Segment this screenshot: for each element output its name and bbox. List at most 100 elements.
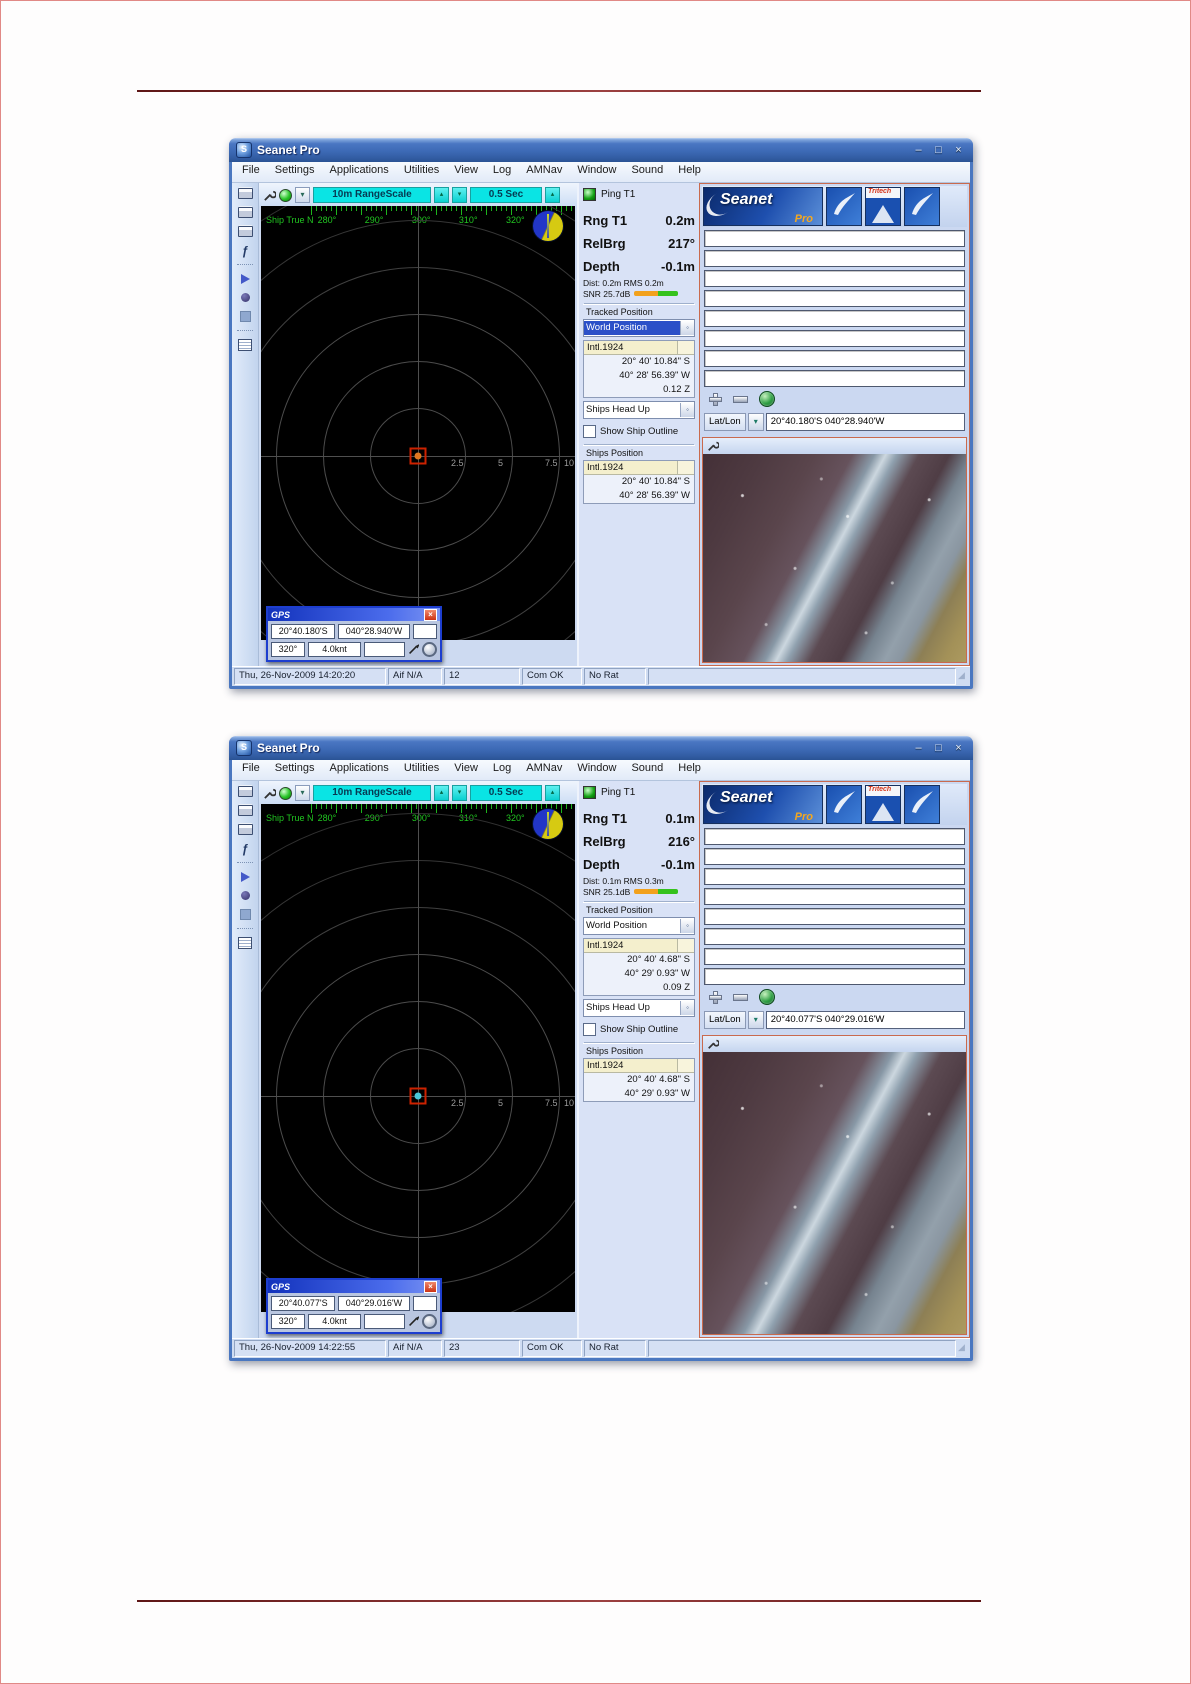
minimize-button[interactable]: – xyxy=(911,144,926,157)
menu-utilities[interactable]: Utilities xyxy=(404,762,439,780)
gps-lens-icon[interactable] xyxy=(422,1314,438,1329)
gps-speed-field[interactable]: 4.0knt xyxy=(307,1314,362,1329)
play-icon[interactable] xyxy=(236,870,254,883)
window-titlebar[interactable]: S Seanet Pro – □ × xyxy=(229,138,973,162)
menu-view[interactable]: View xyxy=(454,164,478,182)
text-row-input[interactable] xyxy=(704,250,965,267)
record-icon[interactable] xyxy=(236,291,254,304)
text-row-input[interactable] xyxy=(704,848,965,865)
sonar-display[interactable]: Ship True N 280° 290° 300° 310° 320° 2.5… xyxy=(261,804,575,1312)
menu-sound[interactable]: Sound xyxy=(631,164,663,182)
function-icon[interactable]: ƒ xyxy=(236,244,254,257)
gps-latitude-field[interactable]: 20°40.180'S xyxy=(271,624,336,639)
record-icon[interactable] xyxy=(236,889,254,902)
video-settings-wrench-icon[interactable] xyxy=(707,440,719,452)
text-row-input[interactable] xyxy=(704,868,965,885)
menu-amnav[interactable]: AMNav xyxy=(526,762,562,780)
rep-rate-up-button[interactable]: ▴ xyxy=(545,187,560,203)
gps-speed-field[interactable]: 4.0knt xyxy=(307,642,362,657)
world-position-spin-button[interactable]: ◦ xyxy=(680,321,694,335)
latlon-dropdown-button[interactable]: ▾ xyxy=(747,413,764,431)
gps-lens-icon[interactable] xyxy=(422,642,438,657)
resize-grip[interactable]: ◢ xyxy=(958,668,968,685)
remove-icon[interactable] xyxy=(733,993,748,1001)
sonar-dropdown-button[interactable]: ▾ xyxy=(295,187,310,203)
gps-titlebar[interactable]: GPS × xyxy=(268,608,440,621)
gps-heading-field[interactable]: 320° xyxy=(271,642,305,657)
gps-close-button[interactable]: × xyxy=(424,1280,437,1293)
orientation-select[interactable]: Ships Head Up ◦ xyxy=(583,999,695,1017)
menu-view[interactable]: View xyxy=(454,762,478,780)
text-row-input[interactable] xyxy=(704,908,965,925)
wrench-icon[interactable] xyxy=(263,787,276,800)
latlon-value-input[interactable]: 20°40.077'S 040°29.016'W xyxy=(765,1011,965,1029)
menu-utilities[interactable]: Utilities xyxy=(404,164,439,182)
maximize-button[interactable]: □ xyxy=(931,144,946,157)
show-ship-outline-checkbox[interactable] xyxy=(583,425,596,438)
print-preview-icon[interactable] xyxy=(236,823,254,836)
show-ship-outline-checkbox[interactable] xyxy=(583,1023,596,1036)
gps-latitude-field[interactable]: 20°40.077'S xyxy=(271,1296,336,1311)
range-up-button[interactable]: ▴ xyxy=(434,187,449,203)
add-icon[interactable] xyxy=(709,392,722,406)
menu-help[interactable]: Help xyxy=(678,164,701,182)
latlon-dropdown-button[interactable]: ▾ xyxy=(747,1011,764,1029)
menu-file[interactable]: File xyxy=(242,164,260,182)
gps-spare-field-2[interactable] xyxy=(364,1314,406,1329)
text-row-input[interactable] xyxy=(704,330,965,347)
window-titlebar[interactable]: S Seanet Pro – □ × xyxy=(229,736,973,760)
gps-longitude-field[interactable]: 040°28.940'W xyxy=(338,624,410,639)
remove-icon[interactable] xyxy=(733,395,748,403)
video-settings-wrench-icon[interactable] xyxy=(707,1038,719,1050)
print-setup-icon[interactable] xyxy=(236,804,254,817)
menu-applications[interactable]: Applications xyxy=(329,762,388,780)
gps-longitude-field[interactable]: 040°29.016'W xyxy=(338,1296,410,1311)
orientation-spin-button[interactable]: ◦ xyxy=(680,1001,694,1015)
range-down-button[interactable]: ▾ xyxy=(452,187,467,203)
text-row-input[interactable] xyxy=(704,888,965,905)
play-icon[interactable] xyxy=(236,272,254,285)
text-row-input[interactable] xyxy=(704,928,965,945)
menu-help[interactable]: Help xyxy=(678,762,701,780)
range-up-button[interactable]: ▴ xyxy=(434,785,449,801)
gps-window[interactable]: GPS × 20°40.180'S 040°28.940'W 320° 4.0k… xyxy=(266,606,442,662)
menu-log[interactable]: Log xyxy=(493,762,511,780)
world-position-spin-button[interactable]: ◦ xyxy=(680,919,694,933)
orientation-select[interactable]: Ships Head Up ◦ xyxy=(583,401,695,419)
orientation-spin-button[interactable]: ◦ xyxy=(680,403,694,417)
menu-window[interactable]: Window xyxy=(577,164,616,182)
function-icon[interactable]: ƒ xyxy=(236,842,254,855)
resize-grip[interactable]: ◢ xyxy=(958,1340,968,1357)
range-scale-control[interactable]: 10m RangeScale xyxy=(313,785,431,801)
print-preview-icon[interactable] xyxy=(236,225,254,238)
gps-spare-field[interactable] xyxy=(412,1296,438,1311)
menu-applications[interactable]: Applications xyxy=(329,164,388,182)
log-notes-icon[interactable] xyxy=(236,936,254,949)
menu-amnav[interactable]: AMNav xyxy=(526,164,562,182)
menu-file[interactable]: File xyxy=(242,762,260,780)
gps-spare-field-2[interactable] xyxy=(364,642,406,657)
menu-window[interactable]: Window xyxy=(577,762,616,780)
log-notes-icon[interactable] xyxy=(236,338,254,351)
text-row-input[interactable] xyxy=(704,230,965,247)
text-row-input[interactable] xyxy=(704,350,965,367)
gps-spare-field[interactable] xyxy=(412,624,438,639)
gps-close-button[interactable]: × xyxy=(424,608,437,621)
globe-icon[interactable] xyxy=(759,391,775,407)
rep-rate-control[interactable]: 0.5 Sec xyxy=(470,785,542,801)
menu-settings[interactable]: Settings xyxy=(275,164,315,182)
print-setup-icon[interactable] xyxy=(236,206,254,219)
stop-icon[interactable] xyxy=(236,908,254,921)
gps-probe-icon[interactable] xyxy=(408,644,420,655)
gps-titlebar[interactable]: GPS × xyxy=(268,1280,440,1293)
text-row-input[interactable] xyxy=(704,310,965,327)
minimize-button[interactable]: – xyxy=(911,742,926,755)
gps-heading-field[interactable]: 320° xyxy=(271,1314,305,1329)
globe-icon[interactable] xyxy=(759,989,775,1005)
text-row-input[interactable] xyxy=(704,948,965,965)
text-row-input[interactable] xyxy=(704,270,965,287)
text-row-input[interactable] xyxy=(704,968,965,985)
menu-log[interactable]: Log xyxy=(493,164,511,182)
range-down-button[interactable]: ▾ xyxy=(452,785,467,801)
maximize-button[interactable]: □ xyxy=(931,742,946,755)
